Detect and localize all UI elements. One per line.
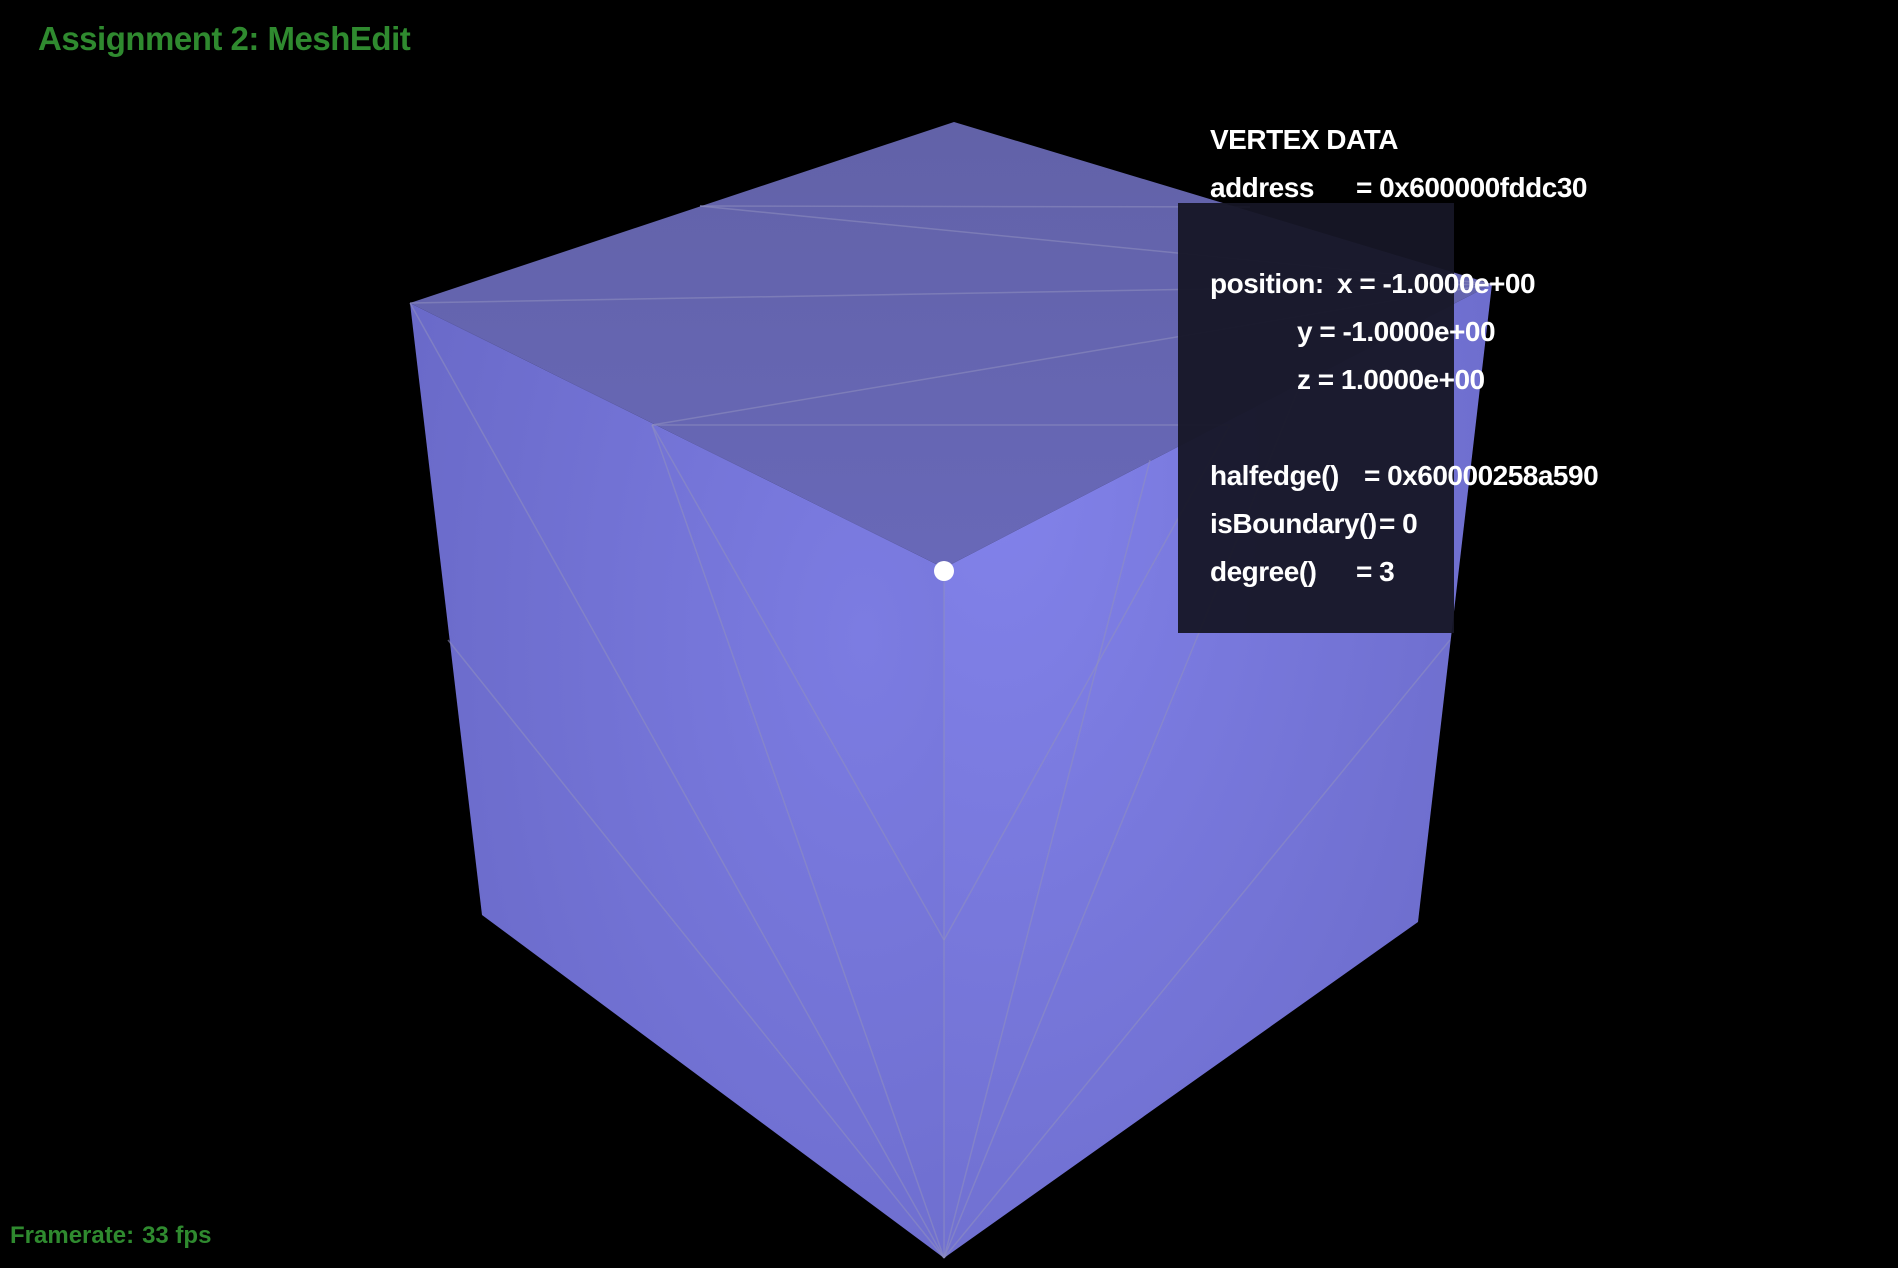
app-title: Assignment 2: MeshEdit: [38, 20, 411, 57]
vertex-position-row: position: x = -1.0000e+00: [1210, 268, 1536, 300]
halfedge-label: halfedge(): [1210, 460, 1339, 491]
degree-label: degree(): [1210, 556, 1317, 587]
address-value: = 0x600000fddc30: [1356, 172, 1587, 203]
vertex-data-heading: VERTEX DATA: [1210, 124, 1398, 155]
position-z-value: z = 1.0000e+00: [1297, 364, 1485, 395]
vertex-halfedge-row: halfedge() = 0x60000258a590: [1210, 460, 1599, 492]
degree-value: = 3: [1356, 556, 1395, 587]
isboundary-value: = 0: [1379, 508, 1418, 539]
vertex-isboundary-row: isBoundary()= 0: [1210, 508, 1418, 540]
halfedge-value: = 0x60000258a590: [1364, 460, 1599, 491]
mesh-3d-view[interactable]: [0, 0, 1898, 1268]
position-y-value: y = -1.0000e+00: [1297, 316, 1496, 347]
framerate-readout: Framerate: 33 fps: [10, 1222, 211, 1250]
vertex-degree-row: degree() = 3: [1210, 556, 1395, 588]
position-label: position:: [1210, 268, 1324, 299]
meshedit-viewport[interactable]: Assignment 2: MeshEdit VERTEX DATA addre…: [0, 0, 1898, 1268]
isboundary-label: isBoundary(): [1210, 508, 1377, 539]
framerate-value: 33 fps: [142, 1222, 212, 1249]
position-x-value: x = -1.0000e+00: [1337, 268, 1536, 299]
selected-vertex-marker[interactable]: [934, 561, 954, 581]
address-label: address: [1210, 172, 1314, 203]
vertex-address-row: address = 0x600000fddc30: [1210, 172, 1587, 204]
framerate-label: Framerate:: [10, 1222, 135, 1249]
